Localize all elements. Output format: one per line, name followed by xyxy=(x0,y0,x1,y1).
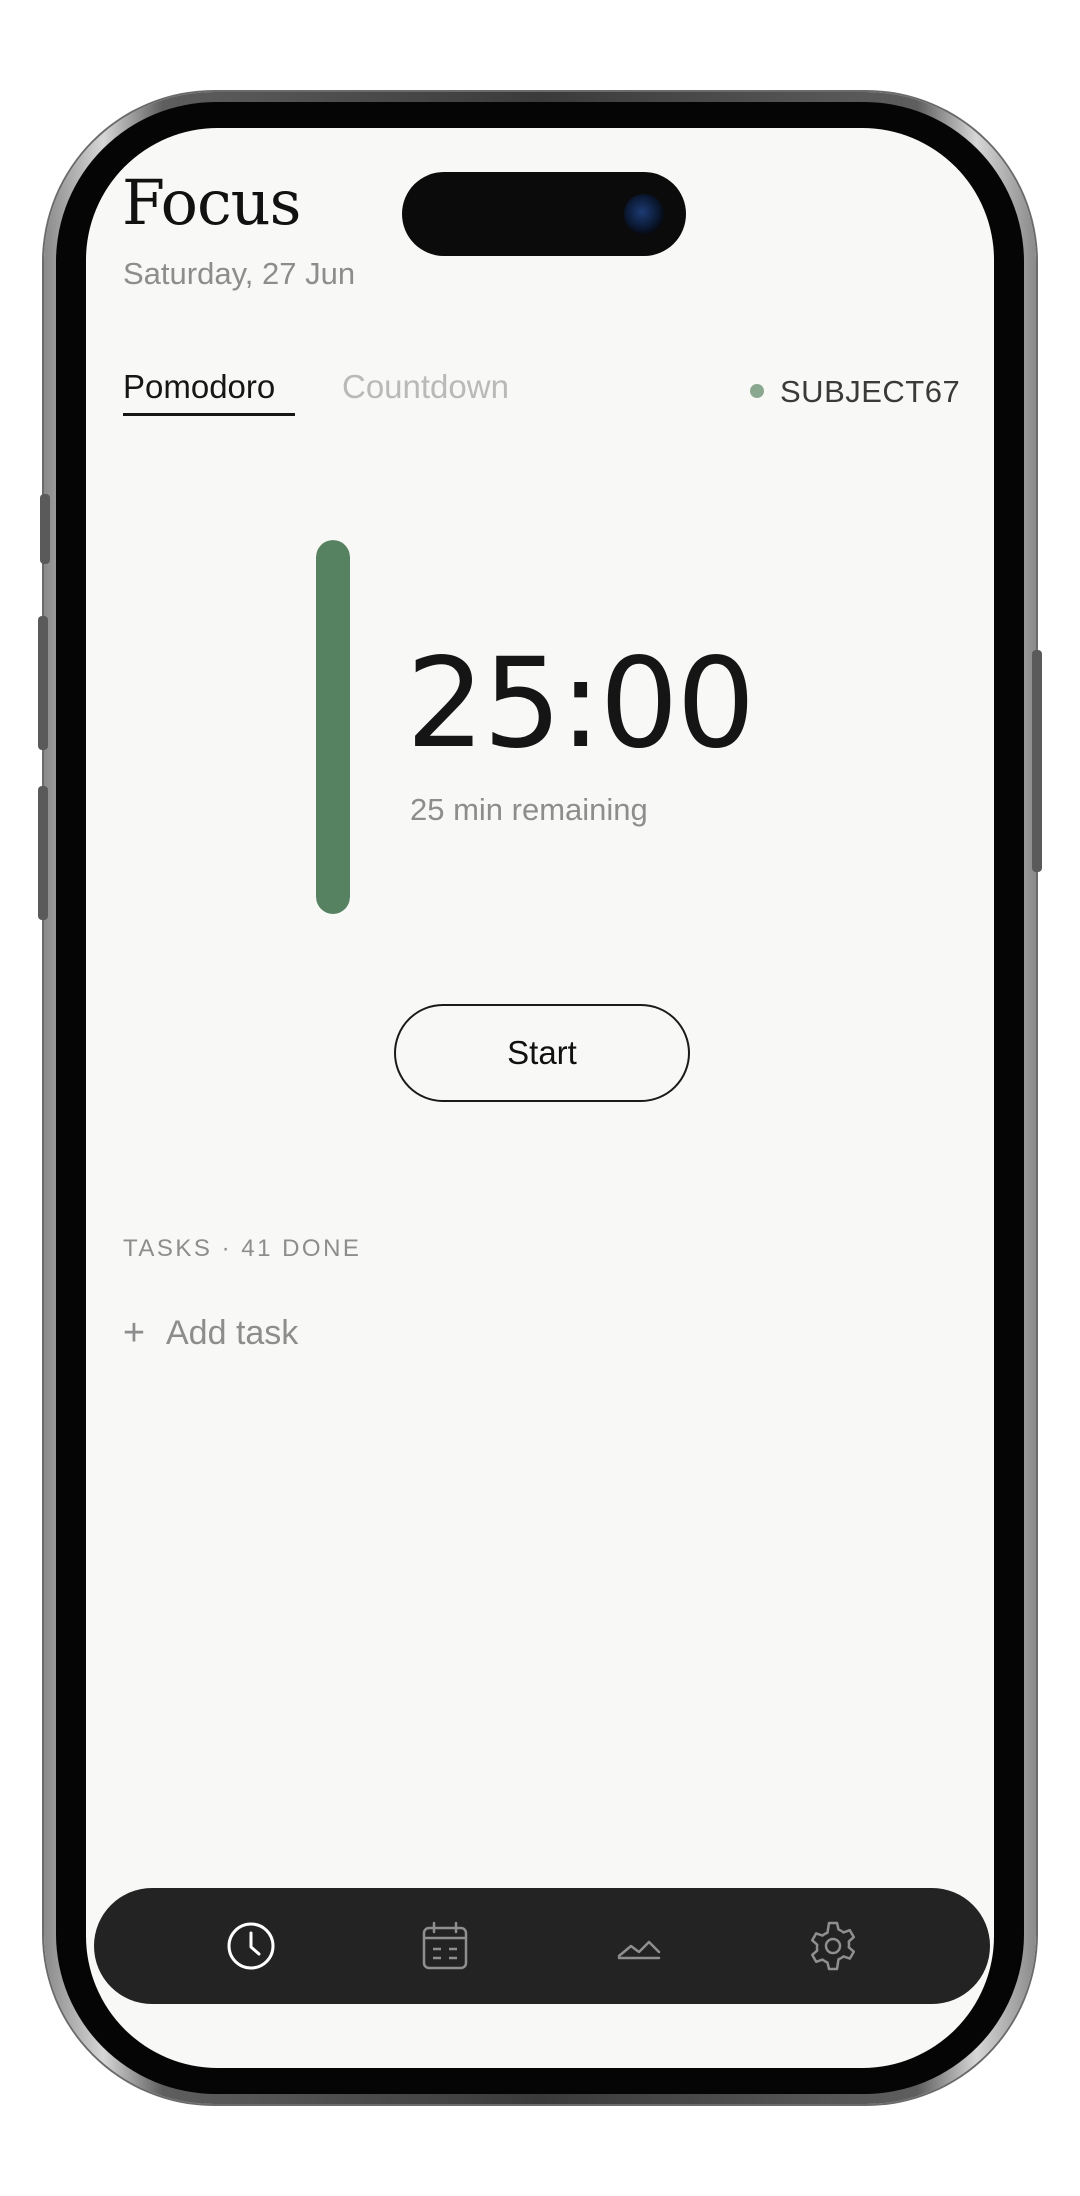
subject-status-dot xyxy=(750,384,764,398)
tasks-header: TASKS · 41 DONE xyxy=(123,1235,362,1262)
plus-icon: + xyxy=(122,1312,146,1354)
timer-progress-fill xyxy=(316,540,350,914)
bottom-nav-bar xyxy=(94,1888,990,2004)
start-button[interactable]: Start xyxy=(394,1004,690,1102)
current-date: Saturday, 27 Jun xyxy=(123,256,356,291)
page-title: Focus xyxy=(122,166,301,239)
tab-pomodoro[interactable]: Pomodoro xyxy=(123,368,275,406)
timer-display: 25:00 xyxy=(406,632,755,776)
add-task-label: Add task xyxy=(166,1314,299,1352)
add-task-button[interactable]: + Add task xyxy=(122,1312,298,1355)
action-button xyxy=(40,494,50,564)
dynamic-island xyxy=(402,172,686,256)
power-button xyxy=(1032,650,1042,872)
volume-up-button xyxy=(38,616,48,750)
timer-progress-bar xyxy=(316,540,350,914)
volume-down-button xyxy=(38,786,48,920)
calendar-icon xyxy=(422,1921,468,1970)
time-remaining-text: 25 min remaining xyxy=(410,792,648,827)
gear-icon xyxy=(810,1921,856,1971)
nav-timer[interactable] xyxy=(211,1906,291,1986)
nav-calendar[interactable] xyxy=(405,1906,485,1986)
nav-settings[interactable] xyxy=(793,1906,873,1986)
chart-icon xyxy=(617,1940,661,1960)
nav-stats[interactable] xyxy=(599,1906,679,1986)
active-tab-indicator xyxy=(123,413,295,416)
tab-countdown[interactable]: Countdown xyxy=(342,368,509,406)
front-camera-icon xyxy=(624,194,664,234)
subject-selector[interactable]: SUBJECT67 xyxy=(780,374,960,410)
clock-icon xyxy=(227,1922,275,1970)
